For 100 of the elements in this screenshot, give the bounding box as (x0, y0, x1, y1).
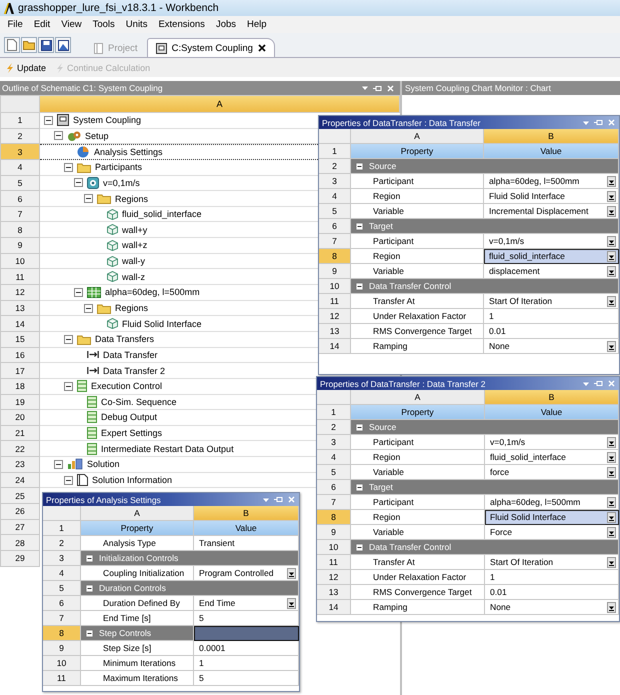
tree-item[interactable]: Solution Information (92, 475, 172, 486)
tree-item[interactable]: Data Transfers (95, 334, 154, 344)
value-cell[interactable]: fluid_solid_interface (485, 450, 619, 465)
value-cell[interactable]: v=0,1m/s (485, 435, 619, 450)
dropdown-icon[interactable] (607, 466, 616, 478)
dropdown-icon[interactable] (607, 340, 616, 352)
dropdown-icon[interactable] (607, 236, 616, 246)
collapse-icon[interactable] (356, 544, 363, 550)
tree-item[interactable]: wall-z (122, 272, 146, 282)
collapse-icon[interactable] (54, 460, 63, 469)
value-cell[interactable]: alpha=60deg, l=500mm (484, 174, 619, 189)
collapse-icon[interactable] (356, 484, 363, 490)
dropdown-icon[interactable] (607, 556, 616, 568)
image-icon[interactable] (58, 40, 68, 50)
value-cell[interactable]: 1 (485, 570, 619, 585)
value-cell[interactable] (194, 626, 299, 641)
tree-item[interactable]: fluid_solid_interface (122, 209, 202, 220)
tree-item[interactable]: wall+z (122, 240, 148, 250)
menu-item[interactable]: View (56, 19, 88, 30)
tab[interactable]: C:System Coupling (146, 38, 275, 57)
tree-item[interactable]: System Coupling (73, 115, 142, 126)
dropdown-caret-icon[interactable] (362, 85, 368, 91)
value-cell[interactable]: Start Of Iteration (485, 555, 619, 570)
dropdown-caret-icon[interactable] (583, 380, 589, 386)
menu-item[interactable]: Edit (28, 19, 56, 30)
tree-item[interactable]: Setup (85, 130, 109, 141)
tree-item[interactable]: Regions (115, 303, 148, 313)
dropdown-icon[interactable] (607, 190, 616, 202)
tree-item[interactable]: Intermediate Restart Data Output (101, 444, 234, 454)
tree-item[interactable]: Expert Settings (101, 428, 162, 438)
menu-item[interactable]: Tools (87, 19, 120, 30)
column-header[interactable]: A (351, 129, 484, 144)
value-cell[interactable]: 5 (194, 671, 299, 686)
pin-icon[interactable] (594, 119, 603, 126)
value-cell[interactable]: 0.0001 (194, 641, 299, 656)
close-icon[interactable] (258, 44, 266, 52)
column-header[interactable]: B (484, 129, 619, 144)
tree-item[interactable]: Execution Control (91, 381, 162, 392)
value-cell[interactable]: 1 (484, 309, 619, 324)
dropdown-icon[interactable] (607, 436, 616, 448)
tree-item[interactable]: Regions (115, 194, 148, 204)
value-cell[interactable]: End Time (194, 596, 299, 611)
pin-icon[interactable] (274, 496, 283, 503)
value-cell[interactable]: None (485, 600, 619, 615)
tree-item[interactable]: wall-y (122, 256, 146, 266)
dropdown-icon[interactable] (607, 206, 616, 216)
dropdown-icon[interactable] (607, 602, 616, 612)
value-cell[interactable]: Fluid Solid Interface (484, 189, 619, 204)
tree-item[interactable]: Co-Sim. Sequence (101, 396, 177, 407)
collapse-icon[interactable] (86, 584, 93, 592)
collapse-icon[interactable] (54, 131, 63, 140)
column-header[interactable]: B (194, 506, 299, 521)
tree-item[interactable]: Participants (95, 162, 142, 172)
column-header[interactable]: A (351, 390, 485, 405)
tree-item[interactable]: wall+y (122, 224, 148, 235)
menu-item[interactable]: Jobs (210, 19, 242, 30)
collapse-icon[interactable] (86, 630, 93, 636)
collapse-icon[interactable] (64, 382, 73, 391)
dropdown-caret-icon[interactable] (263, 496, 269, 502)
column-header[interactable]: A (40, 95, 400, 113)
tree-item[interactable]: Analysis Settings (93, 147, 164, 158)
toolbar-button[interactable]: Update (6, 62, 46, 72)
collapse-icon[interactable] (86, 554, 93, 562)
menu-item[interactable]: File (2, 19, 28, 30)
pin-icon[interactable] (594, 380, 603, 387)
collapse-icon[interactable] (64, 162, 73, 172)
dropdown-icon[interactable] (607, 250, 616, 262)
collapse-icon[interactable] (74, 178, 83, 188)
tree-item[interactable]: Data Transfer 2 (103, 366, 166, 376)
collapse-icon[interactable] (84, 304, 93, 312)
tree-item[interactable]: Debug Output (101, 412, 158, 422)
collapse-icon[interactable] (84, 194, 93, 204)
collapse-icon[interactable] (74, 288, 83, 297)
folder-icon[interactable] (23, 40, 35, 50)
menu-item[interactable]: Help (242, 19, 272, 30)
value-cell[interactable]: None (484, 339, 619, 354)
tree-item[interactable]: Data Transfer (103, 350, 158, 360)
dropdown-icon[interactable] (607, 176, 616, 186)
collapse-icon[interactable] (356, 282, 363, 290)
column-header[interactable]: A (81, 506, 194, 521)
dropdown-icon[interactable] (287, 568, 296, 578)
value-cell[interactable]: 0.01 (484, 324, 619, 339)
dropdown-caret-icon[interactable] (583, 120, 589, 126)
collapse-icon[interactable] (44, 116, 53, 125)
value-cell[interactable]: Start Of Iteration (484, 294, 619, 309)
value-cell[interactable]: Fluid Solid Interface (485, 510, 619, 525)
dropdown-icon[interactable] (607, 496, 616, 508)
tree-item[interactable]: alpha=60deg, l=500mm (105, 287, 200, 298)
save-icon[interactable] (40, 40, 52, 50)
value-cell[interactable]: 1 (194, 656, 299, 671)
dropdown-icon[interactable] (607, 452, 616, 462)
column-header[interactable]: B (485, 390, 619, 405)
value-cell[interactable]: fluid_solid_interface (484, 249, 619, 264)
collapse-icon[interactable] (356, 424, 363, 430)
pin-icon[interactable] (373, 84, 382, 92)
collapse-icon[interactable] (356, 162, 363, 170)
tree-item[interactable]: Fluid Solid Interface (122, 318, 202, 329)
menu-item[interactable]: Extensions (152, 19, 210, 30)
value-cell[interactable]: 0.01 (485, 585, 619, 600)
dropdown-icon[interactable] (287, 598, 296, 608)
